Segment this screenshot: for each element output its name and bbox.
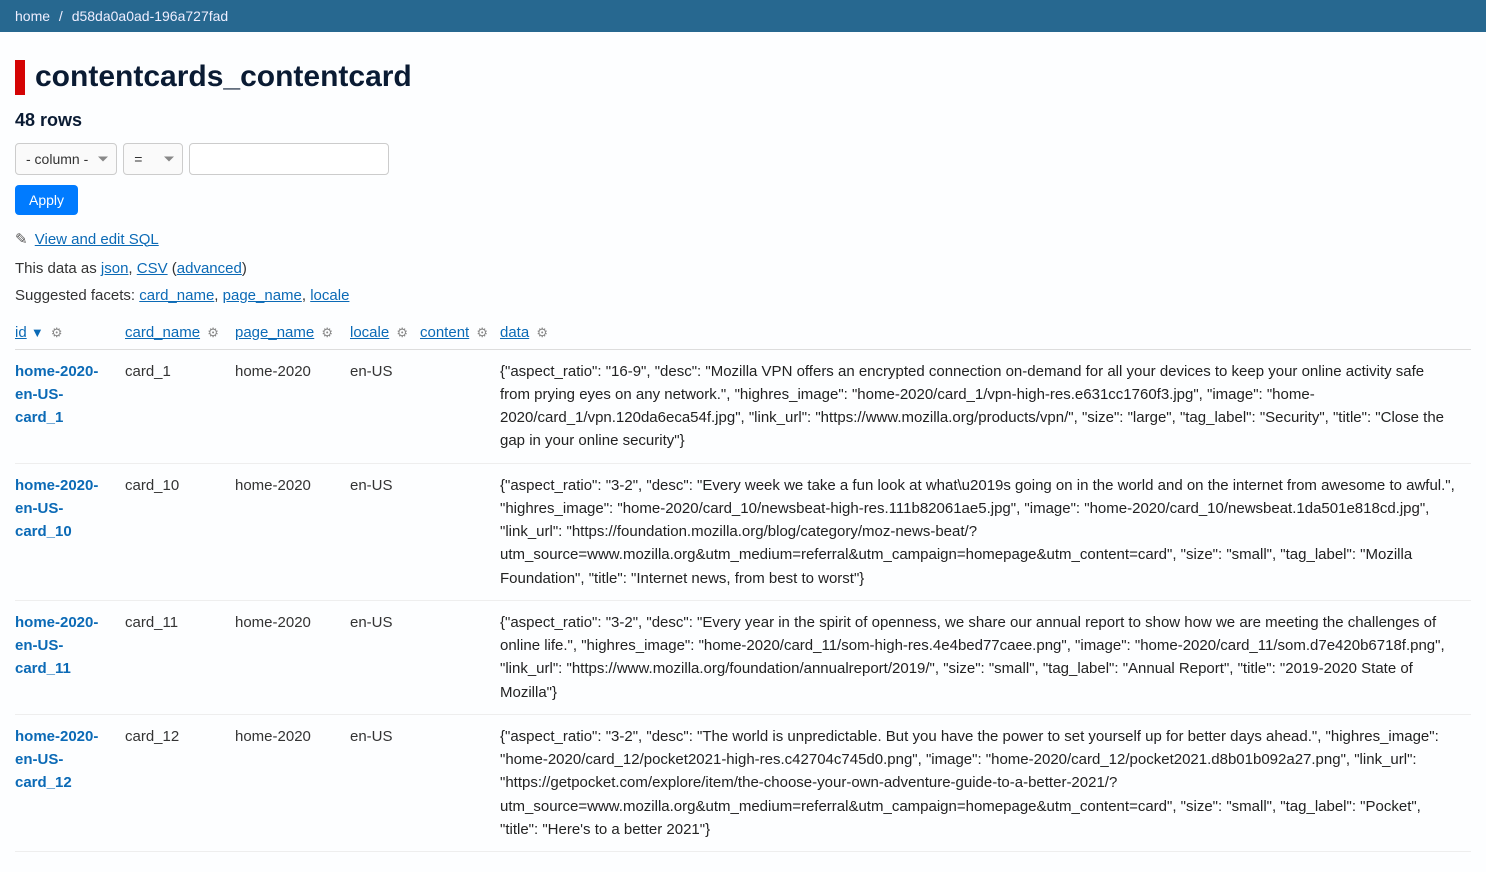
cell-data: {"aspect_ratio": "3-2", "desc": "Every y…: [500, 600, 1471, 714]
breadcrumb-db[interactable]: d58da0a0ad-196a727fad: [72, 8, 229, 24]
cell-card_name: card_10: [125, 463, 235, 600]
row-id-link[interactable]: home-2020-en-US-card_12: [15, 728, 98, 792]
facet-link[interactable]: locale: [310, 287, 349, 304]
view-edit-sql-link[interactable]: View and edit SQL: [35, 231, 159, 248]
cell-card_name: card_1: [125, 349, 235, 463]
chevron-down-icon: [164, 156, 174, 161]
filter-column-select[interactable]: - column -: [15, 143, 117, 175]
cell-id: home-2020-en-US-card_11: [15, 600, 125, 714]
filter-row: - column - =: [15, 143, 1471, 175]
cell-content: [420, 349, 500, 463]
data-table: id ▼ ⚙ card_name ⚙ page_name ⚙ locale ⚙: [15, 318, 1471, 853]
gear-icon[interactable]: ⚙: [207, 325, 219, 341]
facet-link[interactable]: card_name: [139, 287, 214, 304]
cell-content: [420, 714, 500, 851]
filter-op-select[interactable]: =: [123, 143, 183, 175]
export-json-link[interactable]: json: [101, 260, 129, 277]
data-as-row: This data as json, CSV (advanced): [15, 260, 1471, 277]
col-page_name: page_name ⚙: [235, 318, 350, 350]
col-data: data ⚙: [500, 318, 1471, 350]
facets-prefix: Suggested facets:: [15, 287, 139, 304]
breadcrumb-home[interactable]: home: [15, 8, 50, 24]
cell-card_name: card_11: [125, 600, 235, 714]
row-id-link[interactable]: home-2020-en-US-card_1: [15, 363, 98, 427]
gear-icon[interactable]: ⚙: [396, 325, 408, 341]
cell-card_name: card_12: [125, 714, 235, 851]
row-id-link[interactable]: home-2020-en-US-card_11: [15, 614, 98, 678]
col-sort-page_name[interactable]: page_name: [235, 324, 314, 341]
cell-id: home-2020-en-US-card_1: [15, 349, 125, 463]
gear-icon[interactable]: ⚙: [476, 325, 488, 341]
cell-id: home-2020-en-US-card_12: [15, 714, 125, 851]
breadcrumb: home / d58da0a0ad-196a727fad: [0, 0, 1486, 32]
cell-data: {"aspect_ratio": "3-2", "desc": "Every w…: [500, 463, 1471, 600]
cell-page_name: home-2020: [235, 349, 350, 463]
breadcrumb-sep: /: [59, 8, 63, 24]
col-id: id ▼ ⚙: [15, 318, 125, 350]
chevron-down-icon: [98, 156, 108, 161]
gear-icon[interactable]: ⚙: [536, 325, 548, 341]
table-row: home-2020-en-US-card_1 card_1home-2020en-…: [15, 349, 1471, 463]
col-sort-locale[interactable]: locale: [350, 324, 389, 341]
col-content: content ⚙: [420, 318, 500, 350]
filter-value-input[interactable]: [189, 143, 389, 175]
col-card_name: card_name ⚙: [125, 318, 235, 350]
table-row: home-2020-en-US-card_12 card_12home-2020e…: [15, 714, 1471, 851]
cell-locale: en-US: [350, 463, 420, 600]
gear-icon[interactable]: ⚙: [51, 325, 63, 341]
filter-column-value: - column -: [26, 151, 88, 167]
filter-op-value: =: [134, 151, 142, 167]
col-sort-id[interactable]: id: [15, 324, 27, 341]
facet-link[interactable]: page_name: [223, 287, 302, 304]
cell-locale: en-US: [350, 600, 420, 714]
sql-link-row: ✎ View and edit SQL: [15, 230, 1471, 248]
col-sort-content[interactable]: content: [420, 324, 469, 341]
col-locale: locale ⚙: [350, 318, 420, 350]
cell-page_name: home-2020: [235, 600, 350, 714]
row-count: 48 rows: [15, 110, 1471, 131]
apply-button[interactable]: Apply: [15, 185, 78, 215]
col-sort-data[interactable]: data: [500, 324, 529, 341]
cell-page_name: home-2020: [235, 714, 350, 851]
export-advanced-link[interactable]: advanced: [177, 260, 242, 277]
cell-locale: en-US: [350, 714, 420, 851]
col-sort-card_name[interactable]: card_name: [125, 324, 200, 341]
cell-locale: en-US: [350, 349, 420, 463]
data-as-prefix: This data as: [15, 260, 101, 277]
cell-id: home-2020-en-US-card_10: [15, 463, 125, 600]
row-id-link[interactable]: home-2020-en-US-card_10: [15, 477, 98, 541]
cell-page_name: home-2020: [235, 463, 350, 600]
sort-desc-icon: ▼: [31, 325, 44, 340]
export-csv-link[interactable]: CSV: [137, 260, 168, 277]
cell-content: [420, 600, 500, 714]
cell-data: {"aspect_ratio": "3-2", "desc": "The wor…: [500, 714, 1471, 851]
gear-icon[interactable]: ⚙: [321, 325, 333, 341]
cell-data: {"aspect_ratio": "16-9", "desc": "Mozill…: [500, 349, 1471, 463]
cell-content: [420, 463, 500, 600]
table-row: home-2020-en-US-card_10 card_10home-2020e…: [15, 463, 1471, 600]
table-row: home-2020-en-US-card_11 card_11home-2020e…: [15, 600, 1471, 714]
facets-row: Suggested facets: card_name, page_name, …: [15, 287, 1471, 304]
page-title: contentcards_contentcard: [15, 60, 1471, 95]
pencil-icon: ✎: [15, 231, 28, 248]
